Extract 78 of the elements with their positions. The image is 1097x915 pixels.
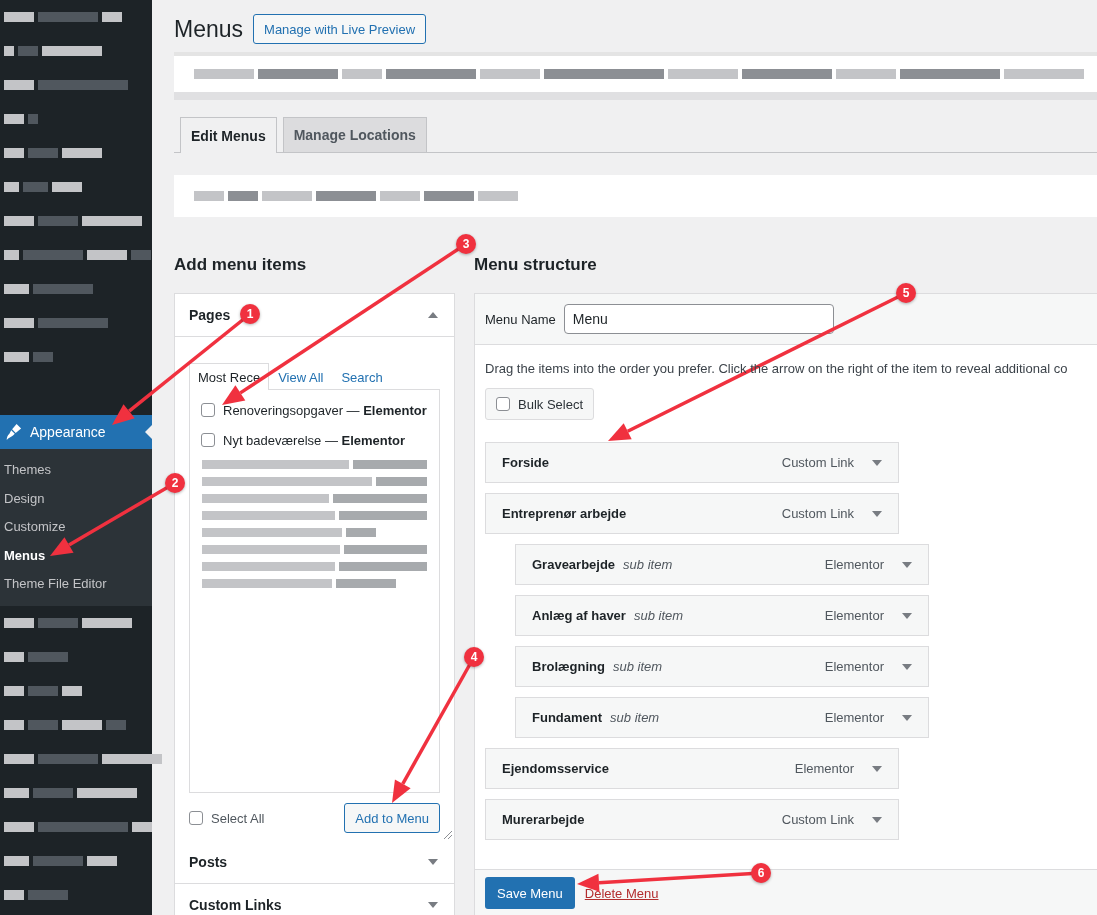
delete-menu-link[interactable]: Delete Menu	[584, 885, 659, 901]
caret-icon[interactable]	[902, 612, 912, 619]
menu-item[interactable]: Gravearbejde sub item Elementor	[515, 544, 929, 585]
blurred-text	[4, 651, 68, 662]
submenu-item[interactable]: Customize	[0, 513, 152, 542]
item-title: Forside	[502, 455, 549, 470]
caret-icon[interactable]	[872, 765, 882, 772]
item-type: Elementor	[794, 761, 854, 776]
menu-name-label: Menu Name	[485, 311, 556, 327]
caret-icon[interactable]	[902, 663, 912, 670]
item-type: Elementor	[824, 608, 884, 623]
item-type: Elementor	[824, 557, 884, 572]
page-label: Renoveringsopgaver — Elementor	[223, 402, 427, 420]
section-header[interactable]: Posts	[175, 841, 454, 884]
item-title: Anlæg af haver	[532, 608, 626, 623]
blurred-text	[4, 889, 68, 900]
menu-item[interactable]: Appearance	[0, 415, 152, 449]
step-badge: 2	[165, 473, 185, 493]
live-preview-button[interactable]: Manage with Live Preview	[253, 14, 427, 44]
item-note: sub item	[610, 710, 660, 725]
item-note: sub item	[633, 608, 684, 623]
submenu-item[interactable]: Theme File Editor	[0, 570, 152, 599]
submenu-item[interactable]: Themes	[0, 456, 152, 485]
item-title: Murerarbejde	[502, 812, 585, 827]
step-badge: 5	[896, 283, 916, 303]
step-badge: 4	[464, 647, 484, 667]
caret-icon[interactable]	[428, 859, 438, 865]
caret-icon[interactable]	[428, 902, 438, 908]
item-type: Custom Link	[781, 506, 854, 521]
tab[interactable]: Manage Locations	[282, 117, 427, 152]
item-title: Ejendomsservice	[502, 761, 609, 776]
page-label: Nyt badeværelse — Elementor	[223, 432, 406, 450]
section-heading: Add menu items	[174, 255, 308, 275]
caret-icon[interactable]	[872, 510, 882, 517]
item-type: Custom Link	[781, 812, 854, 827]
bulk-select-button[interactable]: Bulk Select	[485, 388, 595, 420]
checkbox[interactable]	[201, 403, 215, 417]
section-header[interactable]: Custom Links	[175, 884, 454, 915]
item-title: Gravearbejde	[532, 557, 616, 572]
tab[interactable]: Search	[332, 363, 392, 389]
paintbrush-icon	[4, 423, 22, 441]
submenu-item[interactable]: Design	[0, 484, 152, 513]
item-note: sub item	[623, 557, 673, 572]
item-title: Fundament	[532, 710, 603, 725]
item-title: Brolægning	[532, 659, 605, 674]
page-title: Menus	[174, 15, 244, 43]
menu-name-field[interactable]: Menu	[563, 304, 834, 334]
item-type: Elementor	[824, 659, 884, 674]
blurred-text	[4, 352, 53, 362]
add-to-menu-button[interactable]: Add to Menu	[344, 803, 440, 833]
select-all-label: Select All	[211, 810, 265, 826]
menu-item[interactable]: Entreprenør arbejde Custom Link	[485, 493, 899, 534]
item-type: Elementor	[824, 710, 884, 725]
current-page-pointer	[145, 425, 152, 439]
item-type: Custom Link	[781, 455, 854, 470]
menu-item[interactable]: Ejendomsservice Elementor	[485, 748, 899, 789]
step-badge: 3	[456, 234, 476, 254]
save-menu-button[interactable]: Save Menu	[485, 877, 575, 909]
resize-handle-icon[interactable]	[444, 831, 452, 839]
menu-item[interactable]: Fundament sub item Elementor	[515, 697, 929, 738]
item-title: Entreprenør arbejde	[502, 506, 627, 521]
submenu-item[interactable]: Menus	[0, 541, 152, 570]
item-note: sub item	[612, 659, 663, 674]
menu-item[interactable]: Forside Custom Link	[485, 442, 899, 483]
blurred-text	[4, 114, 38, 124]
menu-item[interactable]: Murerarbejde Custom Link	[485, 799, 899, 840]
tab[interactable]: Edit Menus	[180, 117, 277, 153]
checkbox[interactable]	[189, 811, 203, 825]
caret-icon[interactable]	[902, 714, 912, 721]
section-heading: Menu structure	[474, 255, 598, 275]
tab[interactable]: View All	[269, 363, 333, 389]
caret-icon[interactable]	[872, 459, 882, 466]
checkbox[interactable]	[201, 433, 215, 447]
caret-icon[interactable]	[872, 816, 882, 823]
menu-item[interactable]: Brolægning sub item Elementor	[515, 646, 929, 687]
caret-icon[interactable]	[902, 561, 912, 568]
caret-icon[interactable]	[428, 312, 438, 318]
menu-item[interactable]: Anlæg af haver sub item Elementor	[515, 595, 929, 636]
